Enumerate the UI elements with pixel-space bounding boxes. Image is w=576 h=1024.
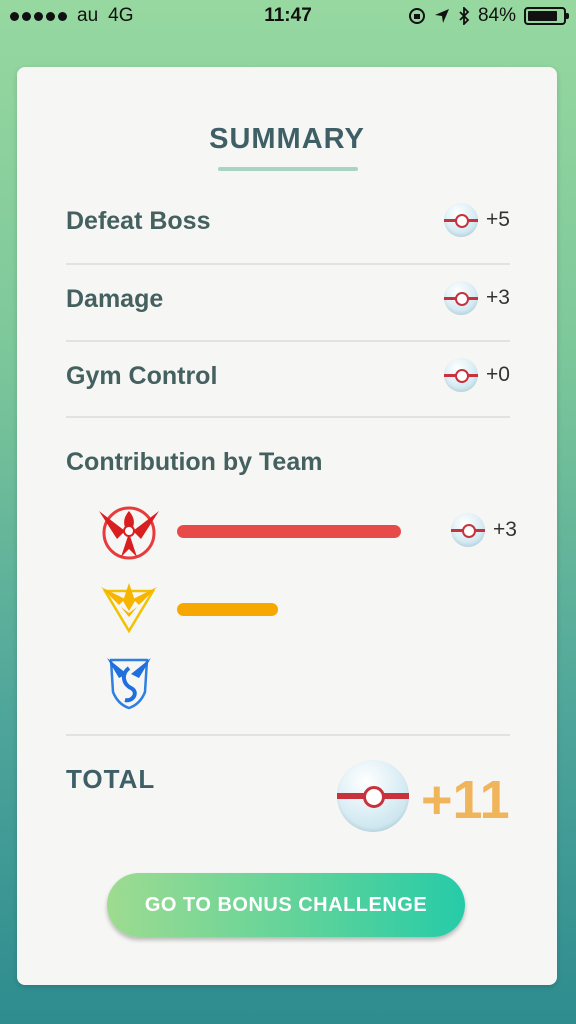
row-reward: +0 [444, 358, 510, 392]
reward-value: +3 [486, 286, 510, 309]
row-label: Defeat Boss [66, 207, 211, 235]
battery-icon [524, 7, 569, 25]
premier-ball-icon [444, 281, 479, 315]
team-bar-instinct [177, 603, 278, 616]
divider [66, 734, 510, 736]
summary-row-gym-control: Gym Control +0 [66, 340, 510, 418]
row-reward: +5 [444, 203, 510, 237]
premier-ball-icon [444, 358, 479, 392]
team-row-instinct [97, 577, 517, 641]
reward-value: +0 [486, 363, 510, 386]
total-value: +11 [421, 770, 510, 830]
summary-row-defeat-boss: Defeat Boss +5 [66, 185, 510, 263]
summary-card: SUMMARY Defeat Boss +5 Damage +3 Gym Con… [17, 67, 557, 985]
premier-ball-icon [337, 760, 409, 832]
premier-ball-icon [451, 513, 486, 547]
row-label: Gym Control [66, 362, 218, 390]
team-row-valor: +3 [97, 499, 517, 563]
location-icon [434, 9, 449, 23]
bluetooth-icon [459, 7, 470, 25]
divider [66, 416, 510, 418]
team-mystic-icon [107, 658, 151, 710]
row-label: Damage [66, 285, 164, 313]
bonus-challenge-button[interactable]: GO TO BONUS CHALLENGE [107, 873, 465, 937]
total-label: TOTAL [66, 764, 156, 794]
team-instinct-icon [101, 583, 157, 634]
orientation-lock-icon [408, 8, 425, 24]
team-valor-icon [99, 506, 159, 560]
premier-ball-icon [444, 203, 479, 237]
row-reward: +3 [444, 281, 510, 315]
status-bar: au 4G 11:47 84% [0, 0, 576, 34]
reward-value: +5 [486, 208, 510, 231]
title-underline [218, 167, 358, 171]
battery-percent: 84% [477, 5, 516, 26]
summary-row-damage: Damage +3 [66, 263, 510, 341]
reward-value: +3 [493, 518, 517, 541]
team-reward: +3 [451, 513, 517, 547]
team-row-mystic [97, 650, 517, 714]
page-title: SUMMARY [209, 123, 365, 155]
team-bar-valor [177, 525, 401, 538]
status-right: 84% [408, 5, 569, 27]
contribution-title: Contribution by Team [66, 448, 323, 476]
